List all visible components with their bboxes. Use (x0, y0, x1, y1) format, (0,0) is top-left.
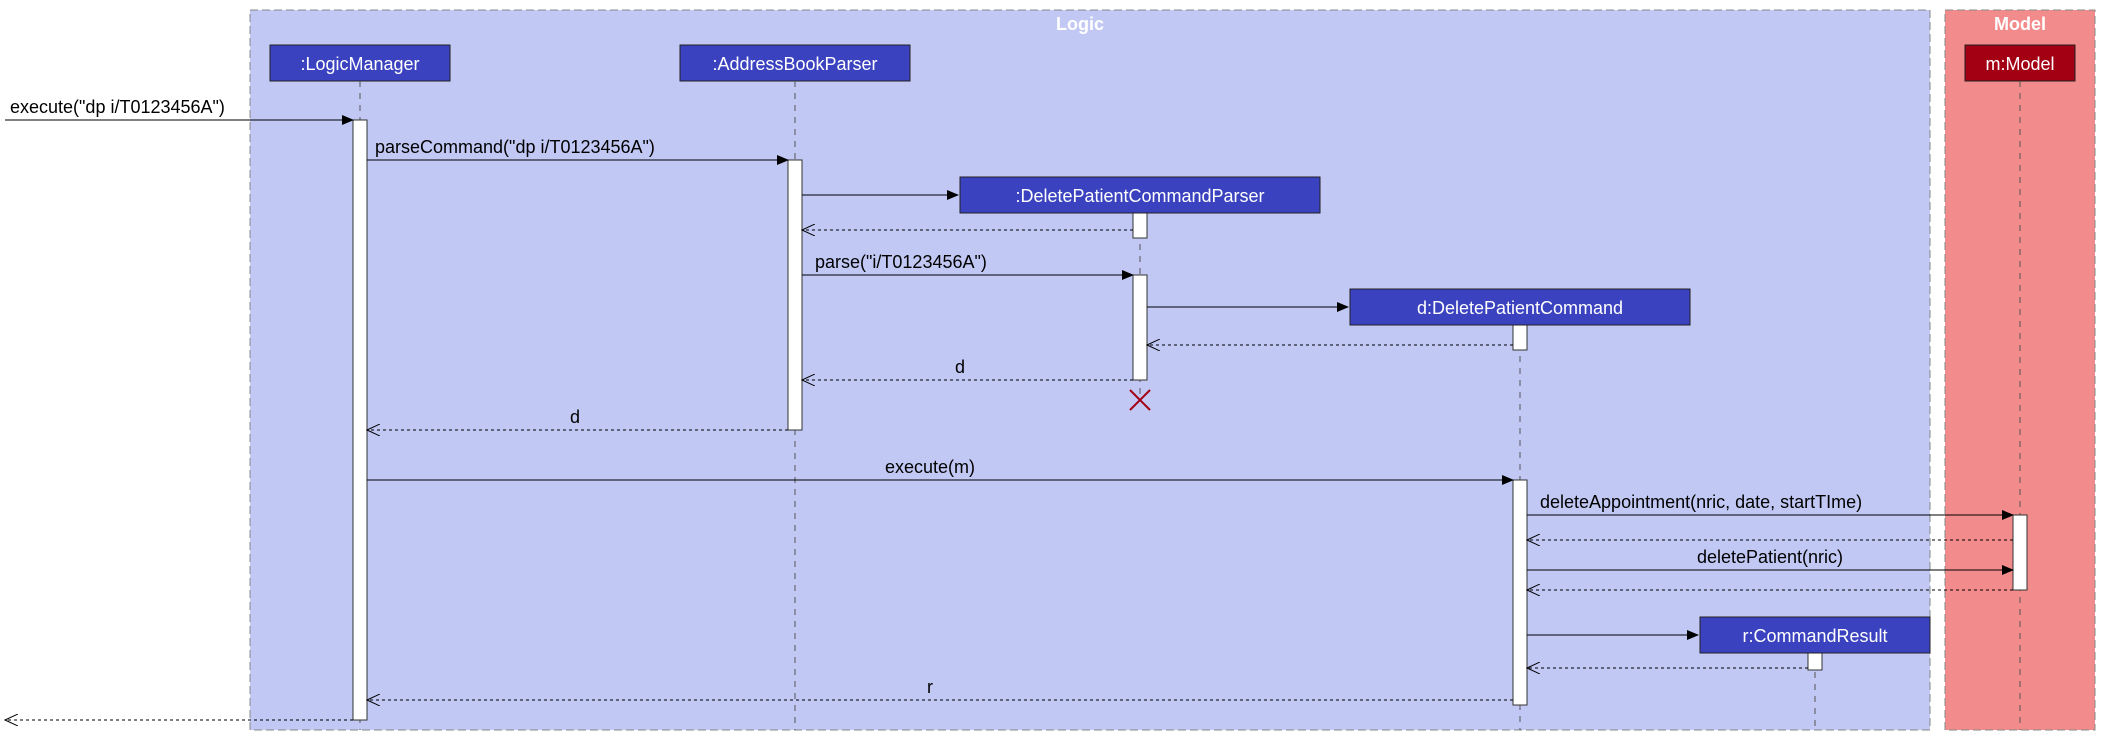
msg-deleteappointment-label: deleteAppointment(nric, date, startTIme) (1540, 492, 1862, 512)
activation-dpc-2 (1513, 480, 1527, 705)
msg-executem-label: execute(m) (885, 457, 975, 477)
msg-return-d2-label: d (570, 407, 580, 427)
logic-title: Logic (1056, 14, 1104, 34)
svg-text::DeletePatientCommandParser: :DeletePatientCommandParser (1015, 186, 1264, 206)
msg-execute-label: execute("dp i/T0123456A") (10, 97, 225, 117)
msg-return-r-label: r (927, 677, 933, 697)
participant-logicmanager: :LogicManager (270, 45, 450, 81)
activation-logicmanager (353, 120, 367, 720)
svg-text:d:DeletePatientCommand: d:DeletePatientCommand (1417, 298, 1623, 318)
logic-box (250, 10, 1930, 730)
sequence-diagram: Logic Model :LogicManager :AddressBookPa… (0, 0, 2103, 741)
msg-deletepatient-label: deletePatient(nric) (1697, 547, 1843, 567)
msg-return-d1-label: d (955, 357, 965, 377)
svg-text:m:Model: m:Model (1985, 54, 2054, 74)
participant-model: m:Model (1965, 45, 2075, 81)
activation-dpcparser-2 (1133, 275, 1147, 380)
model-title: Model (1994, 14, 2046, 34)
activation-model (2013, 515, 2027, 590)
svg-text::AddressBookParser: :AddressBookParser (712, 54, 877, 74)
participant-cmdresult: r:CommandResult (1700, 617, 1930, 653)
msg-parse-label: parse("i/T0123456A") (815, 252, 987, 272)
svg-text::LogicManager: :LogicManager (300, 54, 419, 74)
participant-dpc: d:DeletePatientCommand (1350, 289, 1690, 325)
participant-addressbookparser: :AddressBookParser (680, 45, 910, 81)
msg-parsecommand-label: parseCommand("dp i/T0123456A") (375, 137, 655, 157)
activation-abparser (788, 160, 802, 430)
participant-dpcparser: :DeletePatientCommandParser (960, 177, 1320, 213)
svg-text:r:CommandResult: r:CommandResult (1742, 626, 1887, 646)
